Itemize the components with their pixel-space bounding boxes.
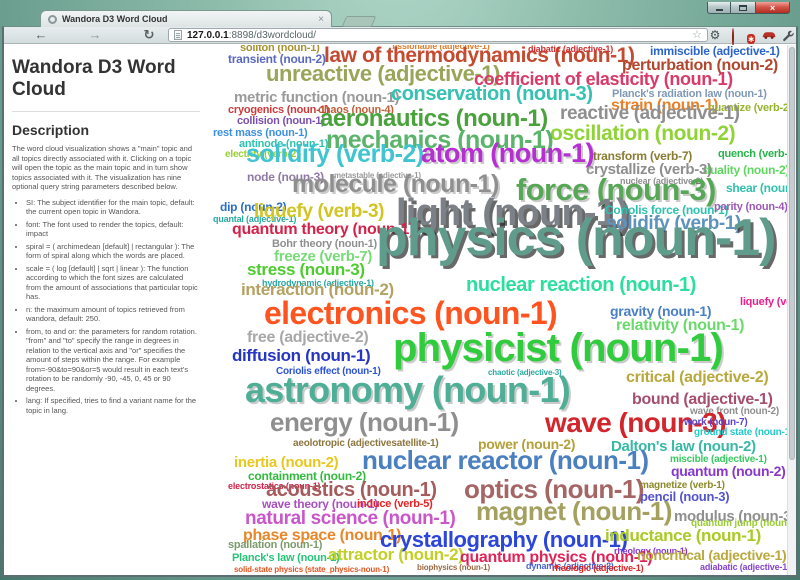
- cloud-word[interactable]: reactive (adjective-1): [560, 105, 740, 123]
- cloud-word[interactable]: magnet (noun-1): [476, 499, 672, 524]
- cloud-word[interactable]: natural science (noun-1): [245, 510, 455, 528]
- cloud-word[interactable]: astronomy (noun-1): [245, 373, 570, 407]
- tab-close-icon[interactable]: ×: [318, 15, 324, 24]
- browser-tab[interactable]: Wandora D3 Word Cloud ×: [40, 10, 332, 27]
- cloud-word[interactable]: nuclear reaction (noun-1): [466, 276, 696, 295]
- reload-button[interactable]: ↻: [136, 27, 162, 43]
- cloud-word[interactable]: inductance (noun-1): [605, 528, 761, 544]
- cloud-word[interactable]: solid-state physics (state_physics-noun-…: [234, 566, 389, 574]
- window-controls: ×: [707, 2, 790, 14]
- cloud-word[interactable]: collision (noun-1): [237, 116, 325, 126]
- maximize-icon: [739, 5, 747, 11]
- cloud-word[interactable]: ground state (noun-1): [694, 428, 793, 438]
- minimize-button[interactable]: [707, 2, 731, 14]
- wrench-menu-button[interactable]: [780, 29, 794, 42]
- cloud-word[interactable]: liquefy (verb-3): [254, 203, 384, 221]
- word-cloud: soliton (noun-1)transient (noun-2)fissio…: [4, 45, 796, 575]
- cloud-word[interactable]: quench (verb-5): [718, 149, 796, 159]
- car-extension-icon[interactable]: [762, 29, 776, 42]
- gear-icon[interactable]: ⚙: [708, 29, 722, 42]
- close-icon: ×: [770, 3, 775, 13]
- cloud-word[interactable]: shear (noun-1): [726, 183, 796, 194]
- url-text[interactable]: 127.0.0.1:8898/d3wordcloud/: [187, 30, 687, 41]
- cloud-word[interactable]: Planck's law (noun-1): [232, 553, 339, 563]
- cloud-word[interactable]: energy (noun-1): [270, 410, 459, 435]
- cloud-word[interactable]: immiscible (adjective-1): [650, 46, 780, 57]
- cloud-word[interactable]: free (adjective-2): [247, 330, 368, 345]
- cloud-word[interactable]: electronics (noun-1): [264, 298, 557, 328]
- asterisk-extension-icon[interactable]: ∗: [744, 29, 758, 42]
- minimize-icon: [716, 9, 723, 11]
- page-icon: [174, 30, 182, 40]
- car-icon: [762, 29, 776, 41]
- browser-window: ← → ↻ 127.0.0.1:8898/d3wordcloud/ ☆ ⚙ ∗ …: [2, 26, 798, 577]
- wrench-icon: [781, 29, 794, 42]
- cloud-word[interactable]: atom (noun-1): [421, 141, 594, 167]
- cloud-word[interactable]: nuclear reactor (noun-1): [362, 448, 649, 473]
- browser-toolbar: ← → ↻ 127.0.0.1:8898/d3wordcloud/ ☆ ⚙ ∗: [4, 27, 796, 44]
- cloud-word[interactable]: solidify (verb-2): [246, 143, 424, 167]
- cloud-word[interactable]: rheologic (adjective-1): [552, 564, 643, 573]
- cloud-word[interactable]: physicist (noun-1): [393, 329, 723, 367]
- new-tab-button[interactable]: [342, 16, 376, 27]
- cloud-word[interactable]: cryogenics (noun-1): [228, 105, 329, 115]
- bookmark-star-icon[interactable]: ☆: [692, 29, 702, 41]
- scrollbar-thumb[interactable]: [789, 47, 795, 460]
- cloud-word[interactable]: bound (adjective-1): [632, 392, 773, 407]
- cloud-word[interactable]: quantum (noun-2): [671, 465, 786, 478]
- cloud-word[interactable]: critical (adjective-2): [626, 370, 768, 385]
- cloud-word[interactable]: adiabatic (adjective-1): [700, 563, 790, 572]
- cloud-word[interactable]: attractor (noun-2): [328, 547, 464, 563]
- tab-title: Wandora D3 Word Cloud: [62, 14, 313, 24]
- tab-favicon-icon: [48, 15, 57, 24]
- back-button[interactable]: ←: [28, 27, 54, 43]
- red-asterisk-icon: ∗: [747, 34, 755, 44]
- cloud-word[interactable]: unreactive (adjective-1): [266, 64, 500, 85]
- page-content: Wandora D3 Word Cloud Description The wo…: [4, 45, 796, 575]
- record-extension-icon[interactable]: [726, 29, 740, 42]
- cloud-word[interactable]: stress (noun-3): [247, 262, 365, 278]
- cloud-word[interactable]: biophysics (noun-1): [417, 564, 490, 572]
- url-host: 127.0.0.1: [187, 30, 229, 41]
- cloud-word[interactable]: conservation (noun-3): [391, 85, 593, 104]
- forward-button[interactable]: →: [82, 27, 108, 43]
- close-window-button[interactable]: ×: [756, 2, 790, 14]
- maximize-button[interactable]: [731, 2, 756, 14]
- cloud-word[interactable]: spallation (noun-1): [228, 540, 322, 550]
- cloud-word[interactable]: rest mass (noun-1): [213, 128, 307, 138]
- cloud-word[interactable]: diabatic (adjective-1): [528, 45, 613, 54]
- cloud-word[interactable]: noncritical (adjective-1): [637, 549, 786, 562]
- cloud-word[interactable]: diffusion (noun-1): [232, 348, 370, 364]
- url-path: :8898/d3wordcloud/: [229, 30, 316, 41]
- cloud-word[interactable]: physics (noun-1): [376, 214, 775, 263]
- address-bar[interactable]: 127.0.0.1:8898/d3wordcloud/ ☆: [168, 28, 708, 42]
- vertical-scrollbar[interactable]: [787, 45, 796, 575]
